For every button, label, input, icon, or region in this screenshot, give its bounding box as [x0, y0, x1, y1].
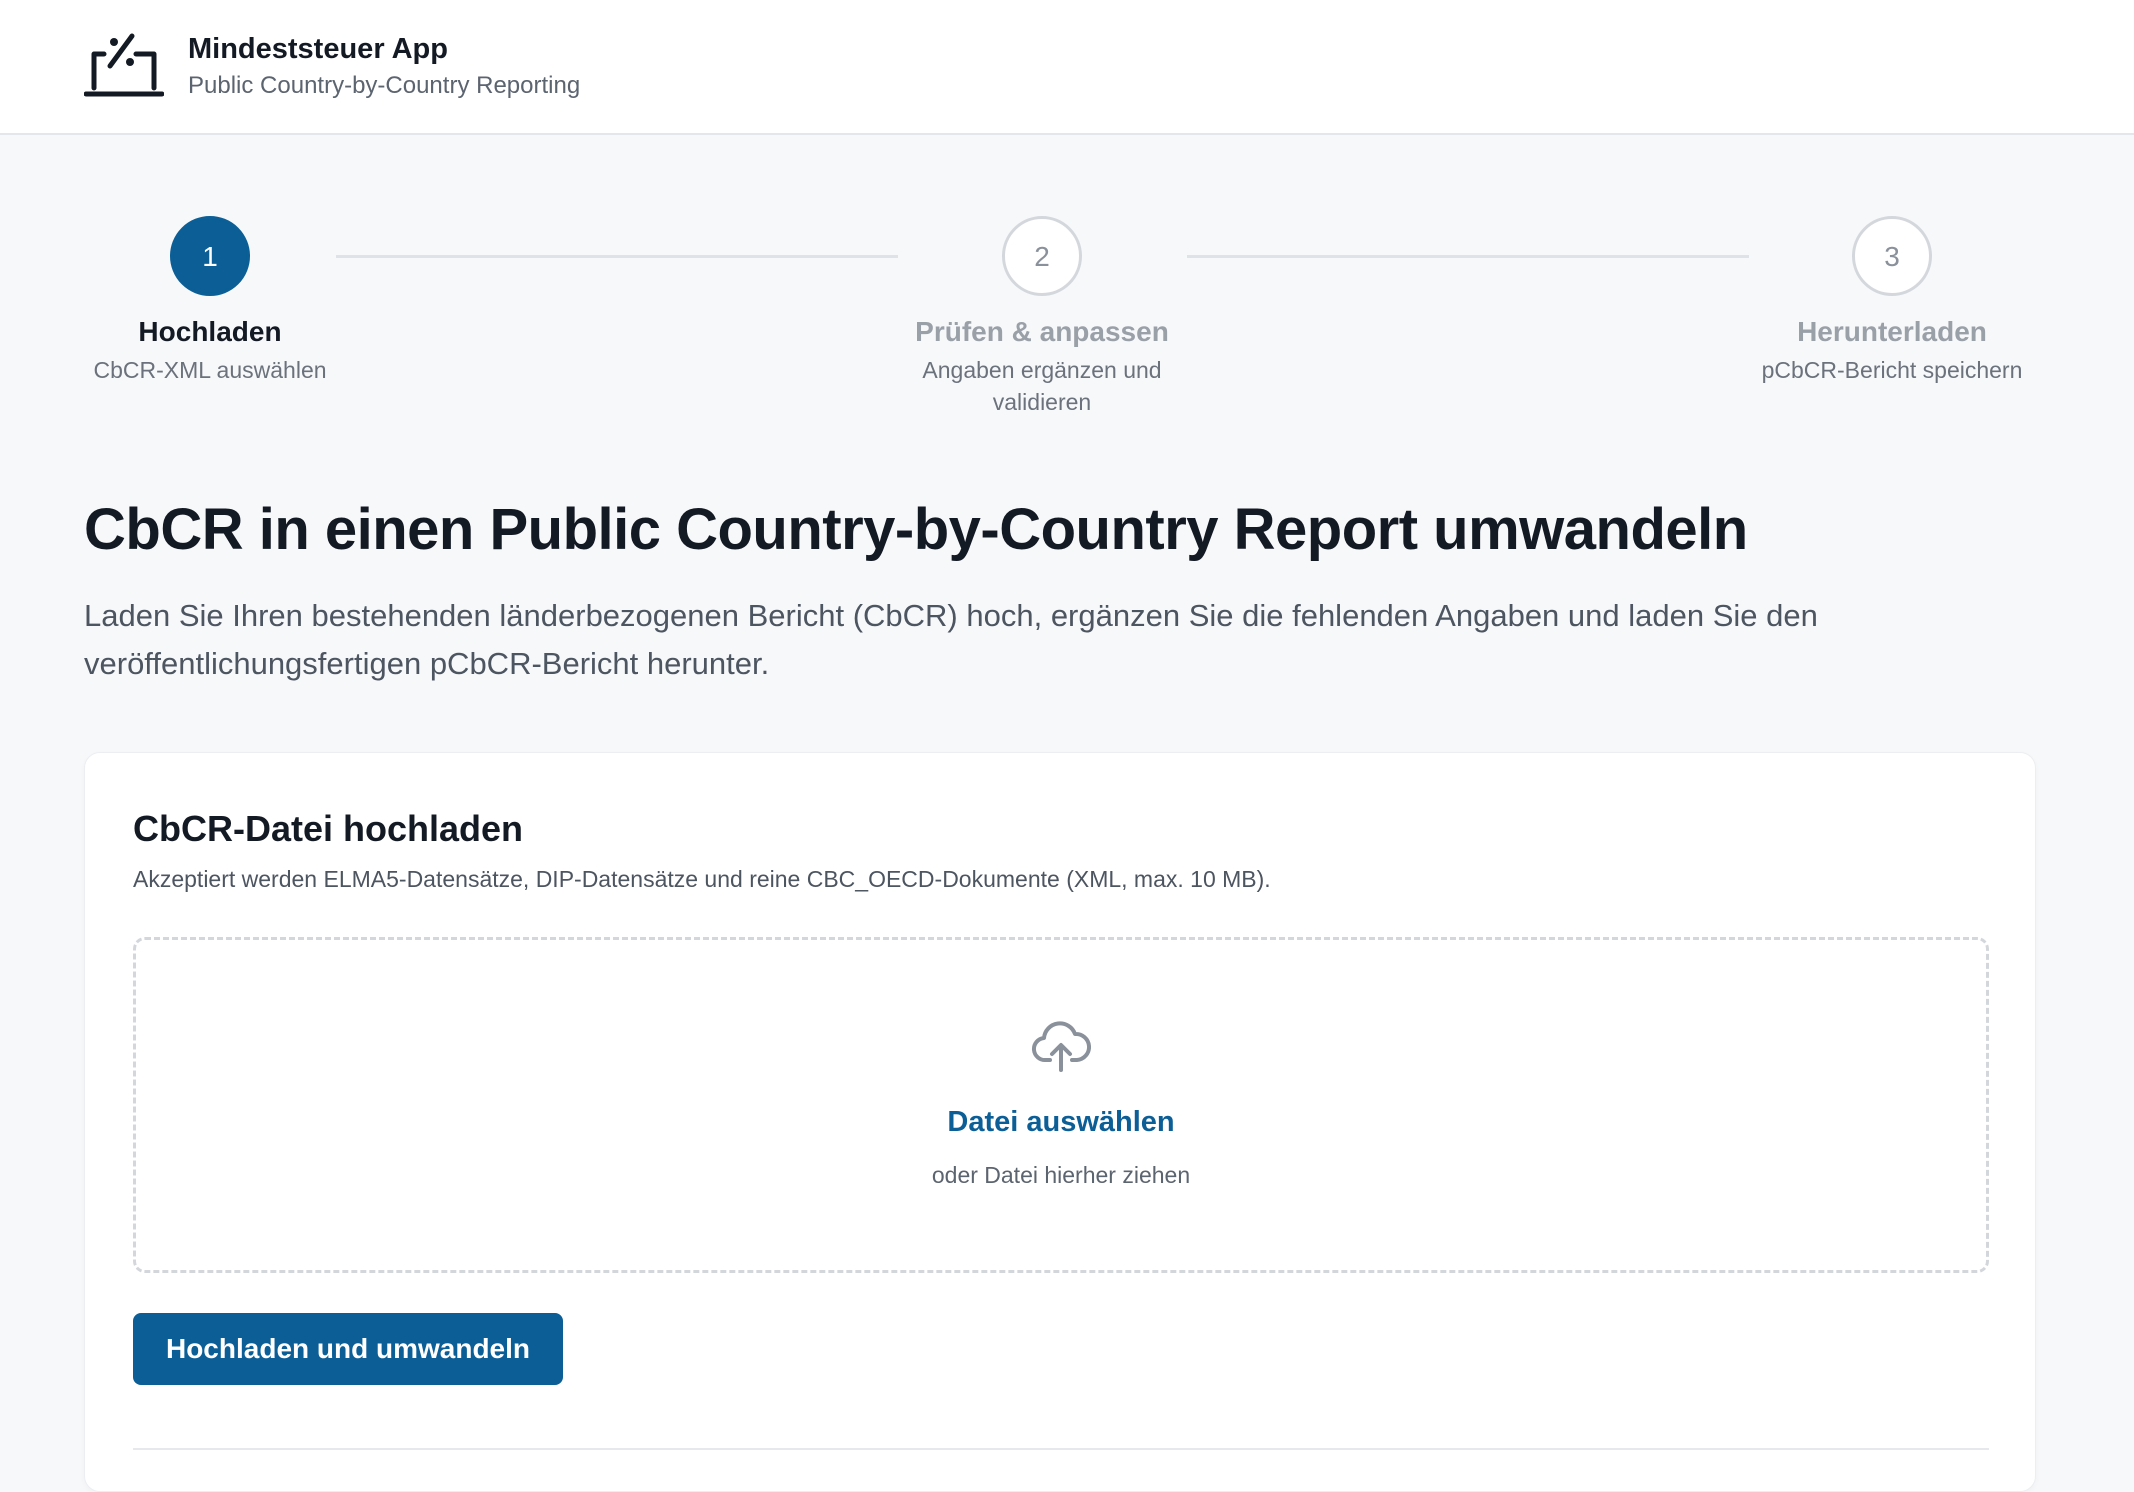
upload-card-description: Akzeptiert werden ELMA5-Datensätze, DIP-… — [133, 866, 1271, 892]
page-description: Laden Sie Ihren bestehenden länderbezoge… — [84, 598, 1818, 681]
step-title: Herunterladen — [1797, 316, 1987, 347]
choose-file-link[interactable]: Datei auswählen — [136, 1106, 1986, 1139]
step-review: 2 Prüfen & anpassen Angaben ergänzen und… — [882, 216, 1202, 418]
step-connector-1-2 — [336, 255, 898, 258]
card-divider — [133, 1448, 1989, 1450]
step-number-circle: 3 — [1852, 216, 1932, 296]
step-description: CbCR-XML auswählen — [93, 357, 327, 383]
drop-hint: oder Datei hierher ziehen — [931, 1162, 1191, 1188]
step-number-circle: 1 — [170, 216, 250, 296]
step-download: 3 Herunterladen pCbCR-Bericht speichern — [1732, 216, 2052, 386]
step-description: Angaben ergänzen und validieren — [922, 357, 1162, 415]
upload-card-title: CbCR-Datei hochladen — [133, 808, 524, 849]
step-upload: 1 Hochladen CbCR-XML auswählen — [50, 216, 370, 386]
step-title: Hochladen — [138, 316, 282, 347]
upload-and-convert-button[interactable]: Hochladen und umwandeln — [133, 1313, 563, 1385]
step-number-circle: 2 — [1002, 216, 1082, 296]
upload-card: CbCR-Datei hochladen Akzeptiert werden E… — [84, 752, 2036, 1492]
progress-stepper: 1 Hochladen CbCR-XML auswählen 2 Prüfen … — [0, 0, 2134, 440]
cloud-upload-icon — [1031, 1021, 1091, 1072]
page-title: CbCR in einen Public Country-by-Country … — [84, 497, 1748, 562]
file-dropzone[interactable]: Datei auswählen oder Datei hierher ziehe… — [133, 937, 1989, 1273]
step-title: Prüfen & anpassen — [915, 316, 1169, 347]
step-connector-2-3 — [1187, 255, 1749, 258]
step-description: pCbCR-Bericht speichern — [1761, 357, 2023, 383]
